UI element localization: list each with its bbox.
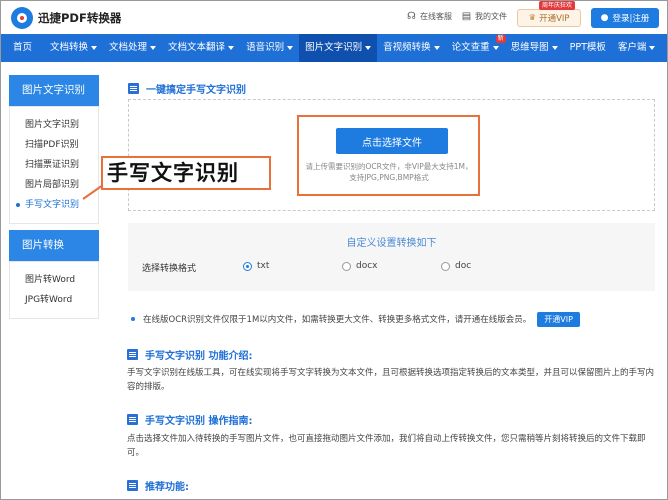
logo[interactable]: 迅捷PDF转换器 bbox=[11, 7, 121, 29]
sidebar-item-img-word[interactable]: 图片转Word bbox=[10, 270, 98, 290]
format-radio-docx[interactable]: docx bbox=[342, 261, 378, 271]
chevron-down-icon bbox=[365, 45, 372, 50]
nav-home[interactable]: 首页 bbox=[1, 34, 44, 62]
sidebar-item-image-ocr[interactable]: 图片文字识别 bbox=[10, 115, 98, 135]
nav-client[interactable]: 客户端 bbox=[612, 34, 662, 62]
nav-speech[interactable]: 语音识别 bbox=[240, 34, 299, 62]
document-icon bbox=[128, 83, 139, 94]
sidebar-group-title: 图片转换 bbox=[9, 230, 99, 261]
chevron-down-icon bbox=[649, 45, 656, 50]
bullet-icon bbox=[131, 317, 135, 321]
sidebar-group-title: 图片文字识别 bbox=[9, 75, 99, 106]
sidebar-list: 图片转Word JPG转Word bbox=[9, 261, 99, 319]
format-radio-txt[interactable]: txt bbox=[243, 261, 269, 271]
recommend-title: 推荐功能: bbox=[127, 478, 189, 493]
guide-icon bbox=[127, 414, 138, 425]
chevron-down-icon bbox=[287, 45, 294, 50]
format-radio-doc[interactable]: doc bbox=[441, 261, 471, 271]
promo-badge: 周年庆狂欢 bbox=[539, 1, 576, 10]
radio-icon bbox=[342, 261, 351, 271]
nav-image-ocr[interactable]: 图片文字识别 bbox=[299, 34, 378, 62]
sidebar-list: 图片文字识别 扫描PDF识别 扫描票证识别 图片局部识别 手写文字识别 bbox=[9, 106, 99, 224]
nav-paper-check[interactable]: 论文查重新 bbox=[446, 34, 506, 62]
select-file-button[interactable]: 点击选择文件 bbox=[336, 128, 448, 154]
app-name: 迅捷PDF转换器 bbox=[38, 11, 122, 25]
radio-selected-icon bbox=[243, 261, 252, 271]
customer-service-link[interactable]: ☊ 在线客服 bbox=[406, 11, 452, 22]
info-icon bbox=[127, 349, 138, 360]
format-label: 选择转换格式 bbox=[142, 264, 197, 274]
sidebar-item-jpg-word[interactable]: JPG转Word bbox=[10, 290, 98, 310]
settings-title: 自定义设置转换如下 bbox=[346, 238, 437, 249]
callout-label: 手写文字识别 bbox=[101, 156, 271, 190]
intro-text: 手写文字识别在线版工具，可在线实现将手写文字转换为文本文件，且可根据转换选项指定… bbox=[127, 368, 655, 392]
intro-title: 手写文字识别 功能介绍: bbox=[127, 347, 252, 362]
sidebar-item-scan-ticket[interactable]: 扫描票证识别 bbox=[10, 155, 98, 175]
my-files-link[interactable]: ▤ 我的文件 bbox=[461, 11, 507, 22]
limit-notice: 在线版OCR识别文件仅限于1M以内文件，如需转换更大文件、转换更多格式文件，请开… bbox=[125, 309, 655, 329]
chevron-down-icon bbox=[551, 45, 558, 50]
radio-icon bbox=[441, 261, 450, 271]
chevron-down-icon bbox=[492, 45, 499, 50]
top-header: 迅捷PDF转换器 ☊ 在线客服 ▤ 我的文件 ♛ 开通VIP 周年庆狂欢 ● 登… bbox=[1, 1, 667, 34]
chevron-down-icon bbox=[228, 45, 235, 50]
sidebar-item-scan-pdf[interactable]: 扫描PDF识别 bbox=[10, 135, 98, 155]
logo-icon bbox=[11, 7, 33, 29]
nav-mindmap[interactable]: 思维导图 bbox=[505, 34, 564, 62]
guide-text: 点击选择文件加入待转换的手写图片文件，也可直接拖动图片文件添加，我们将自动上传转… bbox=[127, 434, 646, 458]
nav-ppt[interactable]: PPT模板 bbox=[564, 34, 612, 62]
guide-title: 手写文字识别 操作指南: bbox=[127, 412, 252, 427]
nav-av-convert[interactable]: 音视频转换 bbox=[377, 34, 446, 62]
vip-button[interactable]: ♛ 开通VIP bbox=[517, 9, 581, 27]
bookmark-icon bbox=[127, 480, 138, 491]
nav-doc-process[interactable]: 文档处理 bbox=[103, 34, 162, 62]
chevron-down-icon bbox=[91, 45, 98, 50]
crown-icon: ♛ bbox=[528, 13, 537, 23]
nav-doc-convert[interactable]: 文档转换 bbox=[44, 34, 103, 62]
chevron-down-icon bbox=[150, 45, 157, 50]
login-button[interactable]: ● 登录|注册 bbox=[591, 8, 659, 28]
chevron-down-icon bbox=[433, 45, 440, 50]
nav-translate[interactable]: 文档文本翻译 bbox=[162, 34, 240, 62]
user-icon: ● bbox=[600, 13, 609, 23]
headset-icon: ☊ bbox=[407, 11, 416, 22]
main-nav: 首页 文档转换 文档处理 文档文本翻译 语音识别 图片文字识别 音视频转换 论文… bbox=[1, 34, 667, 62]
settings-panel: 自定义设置转换如下 选择转换格式 txt docx doc bbox=[128, 223, 655, 291]
upload-hint: 请上传需要识别的OCR文件，非VIP最大支持1M，支持JPG,PNG,BMP格式 bbox=[305, 162, 473, 182]
notice-vip-button[interactable]: 开通VIP bbox=[537, 311, 580, 327]
section-title: 一键搞定手写文字识别 bbox=[128, 81, 246, 96]
file-icon: ▤ bbox=[461, 11, 472, 22]
